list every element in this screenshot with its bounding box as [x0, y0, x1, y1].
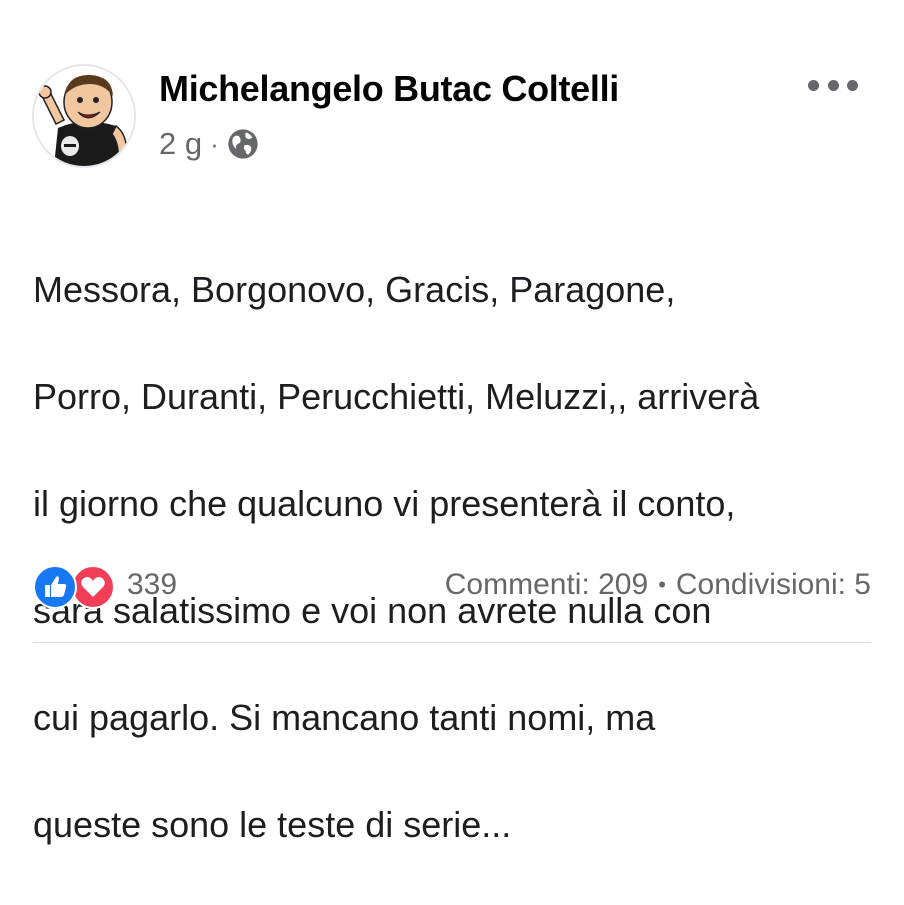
- like-reaction-icon: [33, 565, 77, 609]
- post-text-line: queste sono le teste di serie...: [33, 803, 512, 845]
- comments-count-link[interactable]: Commenti: 209: [445, 568, 648, 602]
- reaction-icons: [33, 563, 119, 609]
- more-options-button[interactable]: [808, 70, 858, 100]
- more-options-dot: [847, 79, 858, 91]
- post-text-line: Porro, Duranti, Perucchietti, Meluzzi,, …: [33, 375, 760, 417]
- author-avatar[interactable]: [32, 64, 136, 168]
- more-options-icon: [808, 79, 819, 91]
- cartoon-avatar-icon: [34, 66, 134, 166]
- post-meta: 2 g ·: [159, 124, 259, 164]
- divider: [33, 642, 871, 643]
- meta-separator: ·: [210, 128, 219, 159]
- post-timestamp[interactable]: 2 g: [159, 126, 202, 162]
- post-text-line: Messora, Borgonovo, Gracis, Paragone,: [33, 268, 676, 310]
- reactions-summary[interactable]: 339: [33, 563, 178, 609]
- more-options-dot: [827, 79, 839, 91]
- post-body: Messora, Borgonovo, Gracis, Paragone, Po…: [33, 209, 883, 905]
- shares-count-link[interactable]: Condivisioni: 5: [676, 568, 871, 602]
- reaction-count: 339: [127, 568, 178, 601]
- globe-icon: [227, 128, 259, 160]
- engagement-separator: •: [658, 572, 666, 597]
- post-text-line: il giorno che qualcuno vi presenterà il …: [33, 482, 736, 524]
- facebook-post: Michelangelo Butac Coltelli 2 g · Messor…: [0, 0, 904, 845]
- author-name[interactable]: Michelangelo Butac Coltelli: [159, 68, 619, 110]
- post-text-line: cui pagarlo. Si mancano tanti nomi, ma: [33, 696, 656, 738]
- engagement-summary: Commenti: 209 • Condivisioni: 5: [445, 563, 871, 607]
- love-reaction-icon: [71, 565, 115, 609]
